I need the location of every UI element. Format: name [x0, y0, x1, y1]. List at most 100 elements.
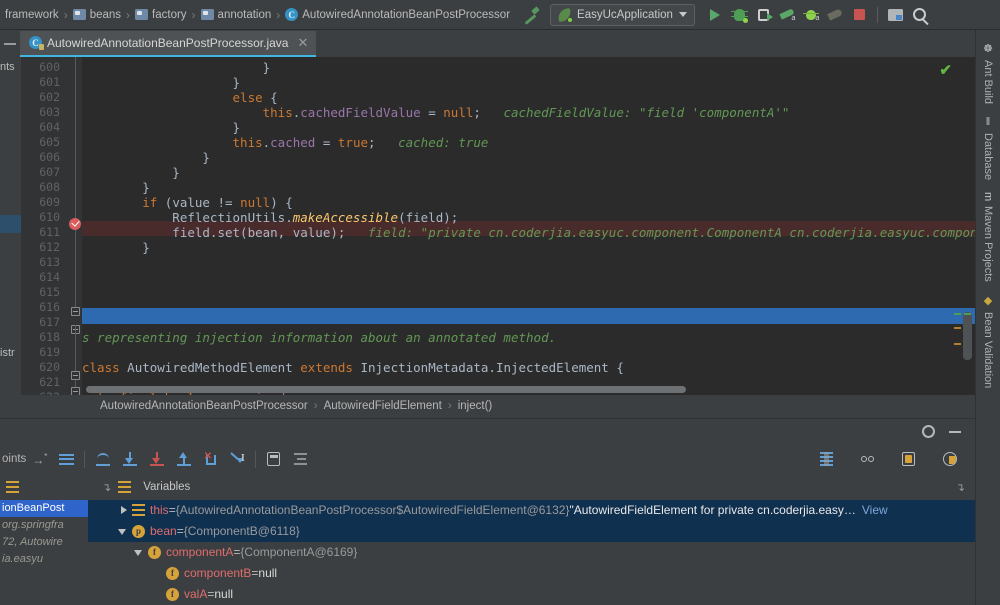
build-button[interactable] — [519, 3, 542, 26]
run-with-coverage-button[interactable] — [752, 3, 775, 26]
tool-window-button-bean-validation[interactable]: ◆Bean Validation — [982, 288, 995, 394]
variable-row[interactable]: pbean = {ComponentB@6118} — [88, 521, 975, 542]
pin-left-icon[interactable]: ↴ — [102, 481, 111, 494]
code-line[interactable] — [82, 300, 975, 315]
code-line[interactable]: } — [82, 60, 975, 75]
breadcrumb-item-factory[interactable]: factory — [132, 9, 190, 21]
watches-button[interactable] — [854, 446, 881, 472]
code-line[interactable]: else { — [82, 90, 975, 105]
code-line[interactable]: ReflectionUtils.makeAccessible(field); — [82, 210, 975, 225]
project-selected-row[interactable] — [0, 215, 21, 233]
mute-button[interactable] — [895, 446, 922, 472]
breakpoint-marker[interactable] — [69, 218, 81, 230]
minimize-icon[interactable] — [949, 431, 961, 433]
rerun-dimmed-button[interactable] — [824, 3, 847, 26]
code-line[interactable]: if (value != null) { — [82, 195, 975, 210]
code-line[interactable]: } — [82, 75, 975, 90]
gear-icon[interactable] — [922, 425, 935, 438]
chevron-open-icon[interactable] — [134, 547, 145, 558]
code-line[interactable]: } — [82, 165, 975, 180]
frames-panel[interactable]: ionBeanPostorg.springfra72, Autowireia.e… — [0, 474, 88, 605]
code-token: cachedFieldValue: "field 'componentA'" — [481, 105, 790, 120]
run-profiler-button[interactable]: a — [776, 3, 799, 26]
variable-row[interactable]: this = {AutowiredAnnotationBeanPostProce… — [88, 500, 975, 521]
step-over-button[interactable] — [89, 446, 116, 472]
view-value-link[interactable]: View — [862, 500, 888, 521]
tool-window-button-maven-projects[interactable]: mMaven Projects — [982, 186, 994, 288]
settings-filter-button[interactable] — [287, 446, 314, 472]
inspection-status-icon[interactable]: ✔ — [939, 61, 952, 79]
layout-icon — [888, 9, 903, 21]
method-breadcrumb-inner-class[interactable]: AutowiredFieldElement — [324, 400, 442, 412]
code-line[interactable]: } — [82, 240, 975, 255]
variables-panel[interactable]: ↴ Variables ↴ this = {AutowiredAnnotatio… — [88, 474, 975, 605]
tool-window-button-database[interactable]: ‖Database — [982, 110, 994, 186]
code-line[interactable]: } — [82, 120, 975, 135]
code-line[interactable]: class AutowiredMethodElement extends Inj… — [82, 360, 975, 375]
line-number: 608 — [21, 180, 68, 195]
line-number: 615 — [21, 285, 68, 300]
show-execution-point-button[interactable]: →* — [26, 446, 53, 472]
code-line[interactable]: } — [82, 180, 975, 195]
method-breadcrumb-method[interactable]: inject() — [458, 400, 493, 412]
variable-row[interactable]: fcomponentA = {ComponentA@6169} — [88, 542, 975, 563]
code-token: null — [240, 195, 270, 210]
layout-button[interactable] — [884, 3, 907, 26]
editor-scrollbar-thumb[interactable] — [963, 312, 972, 360]
variables-tree[interactable]: this = {AutowiredAnnotationBeanPostProce… — [88, 500, 975, 605]
code-token: cached: true — [376, 135, 489, 150]
pin-right-icon[interactable]: ↴ — [956, 481, 965, 494]
code-line[interactable]: this.cached = true; cached: true — [82, 135, 975, 150]
drop-frame-button[interactable]: ✕ — [197, 446, 224, 472]
code-line[interactable] — [82, 255, 975, 270]
debug-button[interactable] — [728, 3, 751, 26]
code-token: else — [233, 90, 263, 105]
code-line[interactable] — [82, 285, 975, 300]
variable-row[interactable]: fcomponentB = null — [88, 563, 975, 584]
collapse-button[interactable] — [0, 30, 20, 58]
frame-row[interactable]: 72, Autowire — [0, 534, 88, 551]
attach-profiler-button[interactable]: a — [800, 3, 823, 26]
threads-button[interactable] — [813, 446, 840, 472]
search-everywhere-button[interactable] — [908, 3, 931, 26]
close-icon[interactable]: ✕ — [297, 35, 308, 51]
code-text[interactable]: } } else { this.cachedFieldValue = null;… — [82, 60, 975, 395]
code-line[interactable] — [82, 315, 975, 330]
run-to-cursor-button[interactable]: I — [224, 446, 251, 472]
run-button[interactable] — [704, 3, 727, 26]
force-step-into-button[interactable] — [143, 446, 170, 472]
code-token — [82, 135, 233, 150]
breadcrumb-item-framework[interactable]: framework — [2, 9, 62, 21]
breadcrumb-item-beans[interactable]: beans — [70, 9, 124, 21]
step-out-button[interactable] — [170, 446, 197, 472]
frame-row[interactable]: org.springfra — [0, 517, 88, 534]
step-into-button[interactable] — [116, 446, 143, 472]
stop-icon — [854, 9, 865, 20]
frame-row[interactable]: ionBeanPost — [0, 500, 88, 517]
frame-row[interactable]: ia.easyu — [0, 551, 88, 568]
editor-tab-autowiredannotationbeanpostprocessor[interactable]: C AutowiredAnnotationBeanPostProcessor.j… — [20, 31, 316, 58]
editor-horizontal-scrollbar[interactable] — [86, 386, 686, 393]
code-line[interactable] — [82, 345, 975, 360]
overhead-button[interactable] — [936, 446, 963, 472]
chevron-closed-icon[interactable] — [118, 505, 129, 516]
mute-breakpoints-button[interactable] — [53, 446, 80, 472]
code-line[interactable]: this.cachedFieldValue = null; cachedFiel… — [82, 105, 975, 120]
frames-list[interactable]: ionBeanPostorg.springfra72, Autowireia.e… — [0, 500, 88, 568]
run-configuration-selector[interactable]: EasyUcApplication — [550, 4, 695, 26]
code-line[interactable] — [82, 270, 975, 285]
stop-button[interactable] — [848, 3, 871, 26]
code-line[interactable]: s representing injection information abo… — [82, 330, 975, 345]
chevron-open-icon[interactable] — [118, 526, 129, 537]
method-breadcrumb-class[interactable]: AutowiredAnnotationBeanPostProcessor — [100, 400, 308, 412]
evaluate-expression-button[interactable] — [260, 446, 287, 472]
breadcrumb-item-annotation[interactable]: annotation — [198, 9, 275, 21]
code-line[interactable]: } — [82, 150, 975, 165]
project-tool-window-stub[interactable]: nts istr — [0, 57, 21, 395]
variable-row[interactable]: fvalA = null — [88, 584, 975, 605]
code-editor[interactable]: 6006016026036046056066076086096106116126… — [0, 57, 975, 395]
tool-window-button-ant-build[interactable]: ☸Ant Build — [982, 36, 995, 110]
breadcrumb-item-autowiredannotationbeanpostprocessor[interactable]: CAutowiredAnnotationBeanPostProcessor — [282, 8, 513, 21]
code-line[interactable]: field.set(bean, value); field: "private … — [82, 225, 975, 240]
code-token — [82, 195, 142, 210]
